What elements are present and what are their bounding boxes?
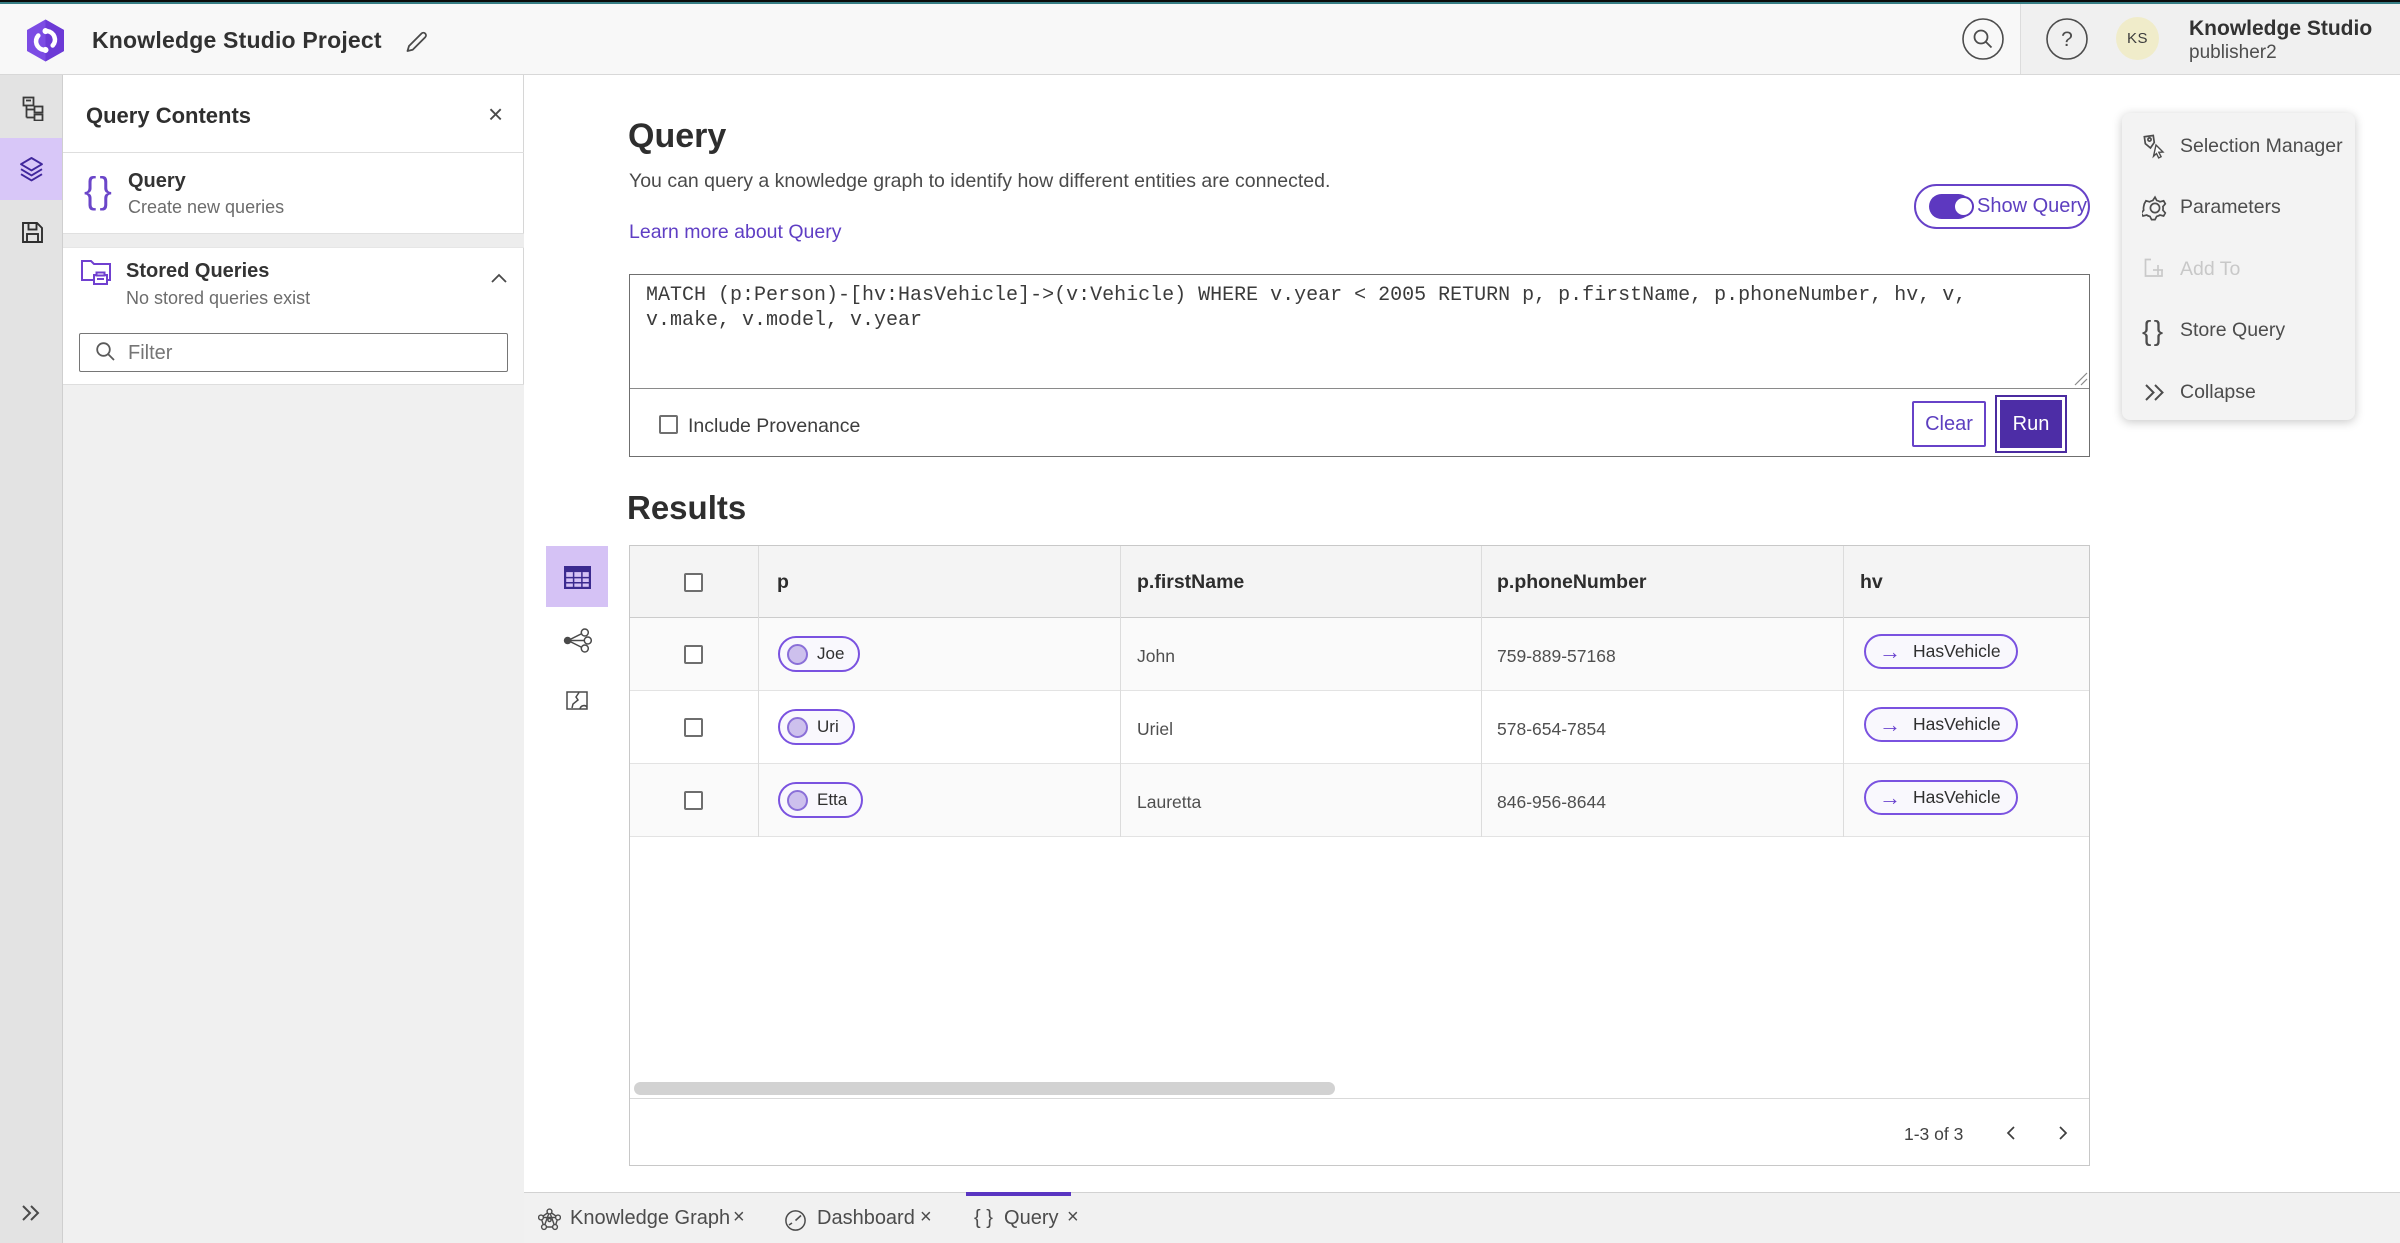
svg-text:?: ? — [2061, 28, 2073, 51]
